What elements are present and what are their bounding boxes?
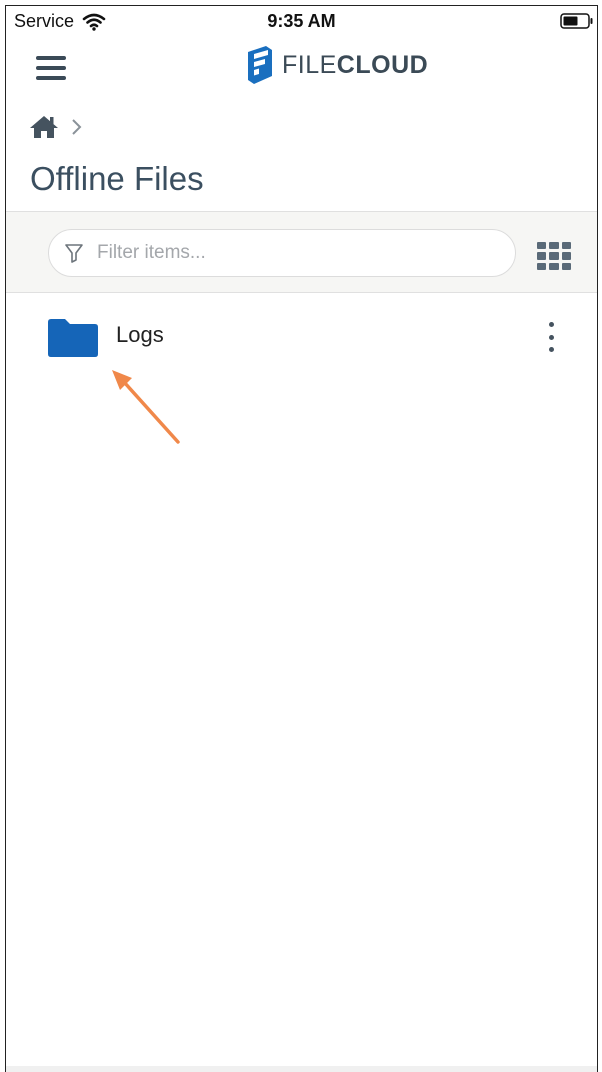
- bottom-shadow: [6, 1066, 597, 1072]
- grid-cell: [549, 242, 559, 250]
- logo-suffix: CLOUD: [336, 50, 429, 79]
- annotation-arrow: [112, 370, 180, 444]
- chevron-right-icon: [72, 119, 82, 135]
- kebab-dot: [548, 334, 554, 340]
- grid-cell: [537, 262, 547, 270]
- status-bar: Service 9:35 AM: [6, 6, 597, 38]
- app-bar: FILECLOUD: [6, 38, 597, 98]
- logo-mark-icon: [248, 46, 272, 84]
- grid-cell: [561, 262, 571, 270]
- item-name: Logs: [116, 322, 164, 347]
- battery-icon: [560, 13, 593, 29]
- status-time: 9:35 AM: [267, 11, 336, 31]
- filter-toolbar: [6, 211, 597, 293]
- grid-cell: [549, 262, 559, 270]
- filter-field[interactable]: [48, 229, 516, 277]
- grid-cell: [549, 252, 559, 260]
- filter-input[interactable]: [97, 242, 477, 264]
- grid-cell: [537, 242, 547, 250]
- filecloud-logo: FILECLOUD: [246, 46, 428, 84]
- kebab-dot: [548, 322, 554, 327]
- folder-icon: [48, 319, 98, 357]
- menu-line: [36, 76, 66, 80]
- page-title: Offline Files: [30, 160, 204, 197]
- grid-cell: [561, 252, 571, 260]
- grid-cell: [561, 242, 571, 250]
- home-icon[interactable]: [28, 114, 60, 140]
- list-item[interactable]: Logs: [6, 296, 597, 376]
- more-options-button[interactable]: [544, 322, 558, 352]
- logo-wordmark: FILECLOUD: [282, 51, 428, 80]
- breadcrumb: [28, 114, 82, 140]
- logo-prefix: FILE: [282, 50, 337, 79]
- grid-cell: [537, 252, 547, 260]
- menu-line: [36, 66, 66, 70]
- menu-button[interactable]: [36, 56, 66, 80]
- app-frame: Service 9:35 AM FILECLOUD Offline Files …: [5, 5, 598, 1072]
- menu-line: [36, 56, 66, 60]
- filter-icon: [65, 244, 83, 263]
- kebab-dot: [548, 347, 554, 352]
- grid-view-button[interactable]: [537, 242, 571, 270]
